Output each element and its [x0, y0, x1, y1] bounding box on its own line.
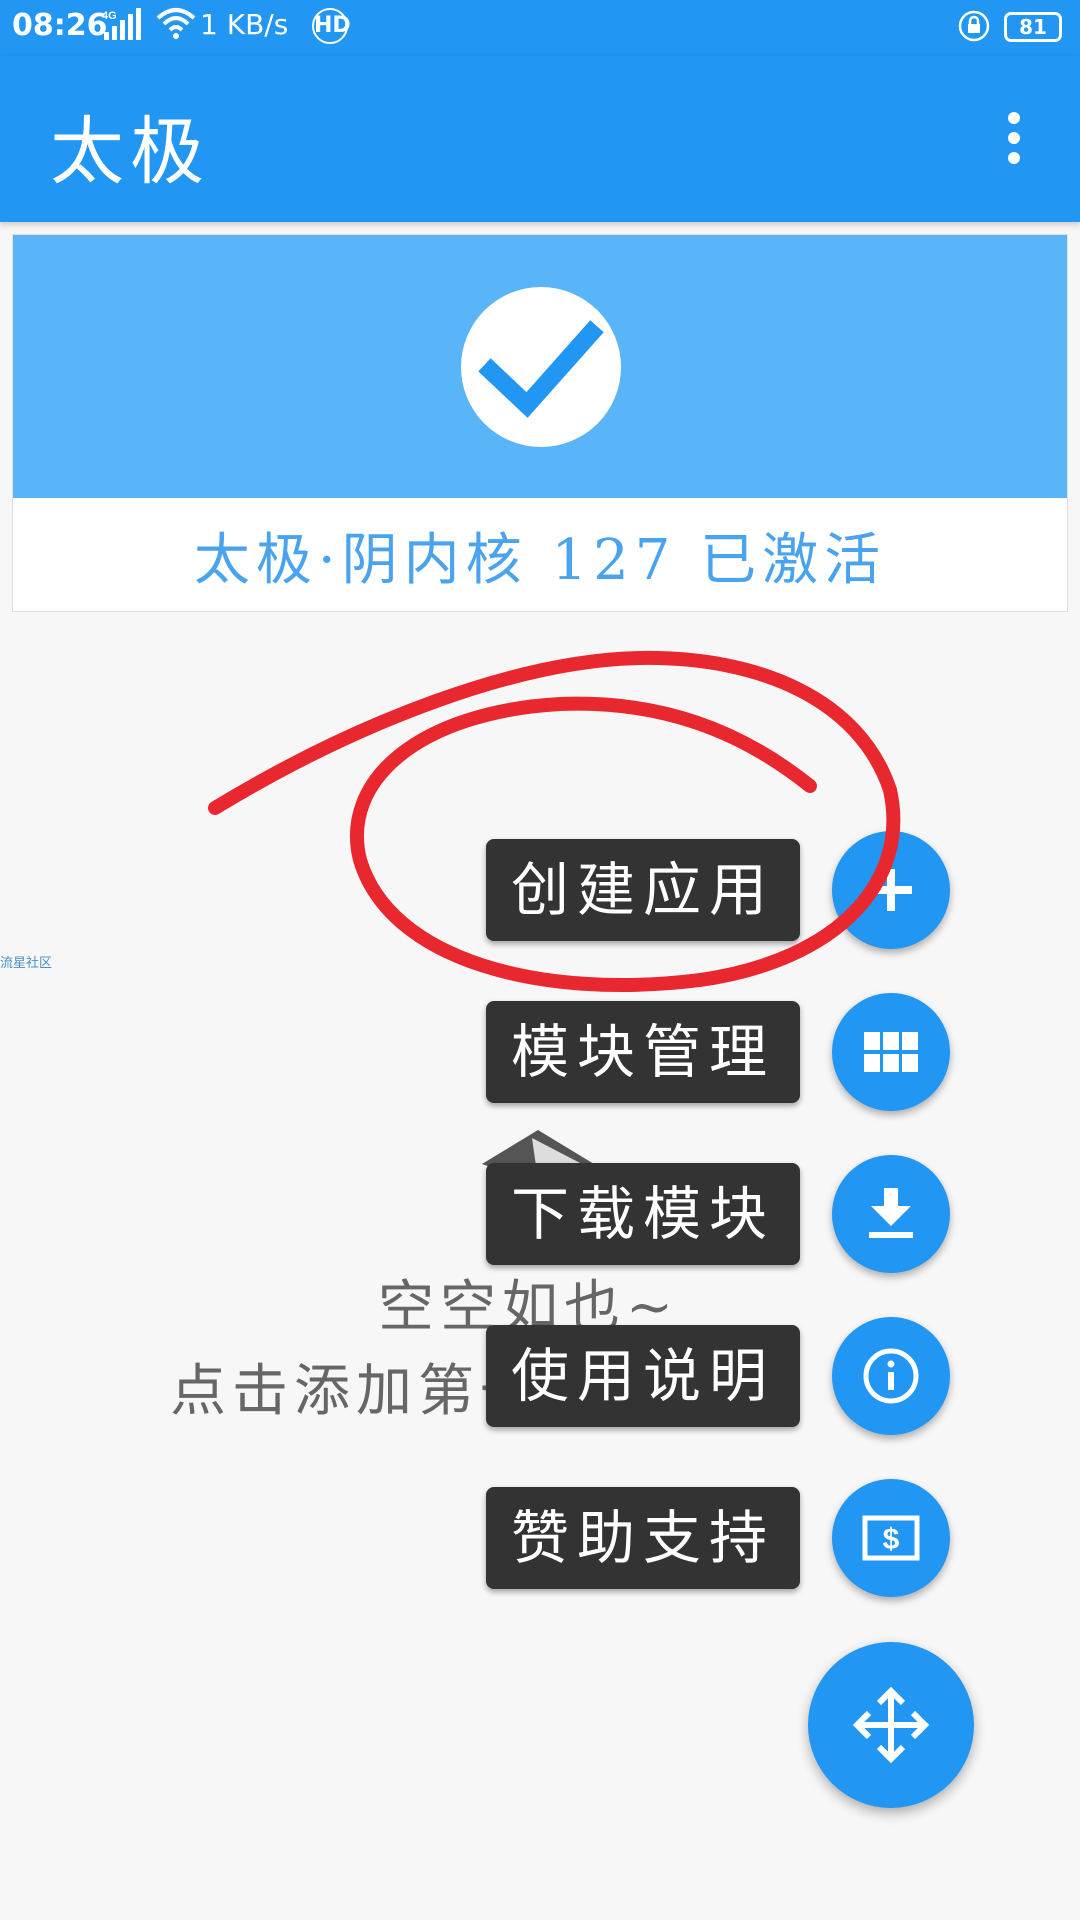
svg-text:$: $ [883, 1523, 900, 1556]
battery-indicator: 81 [1004, 12, 1062, 42]
app-bar: 太极 [0, 56, 1080, 222]
side-community-link[interactable]: 流星社区 [0, 952, 52, 971]
network-type: 4G [102, 10, 117, 22]
status-banner [13, 235, 1067, 498]
status-time: 08:26 [12, 8, 108, 43]
more-vert-icon[interactable] [996, 108, 1032, 172]
network-speed: 1 KB/s [200, 8, 289, 41]
download-module-label[interactable]: 下载模块 [486, 1163, 800, 1265]
sponsor-button[interactable]: $ [832, 1479, 950, 1597]
app-title: 太极 [50, 109, 210, 195]
activation-status-text: 太极·阴内核 127 已激活 [193, 528, 887, 593]
status-bar: 08:26 4G 1 KB/s HD 81 [0, 0, 1080, 56]
move-arrows-icon [852, 1686, 930, 1764]
check-icon [461, 287, 621, 447]
hd-icon: HD [312, 8, 351, 44]
wifi-icon [156, 8, 196, 39]
dollar-icon: $ [862, 1515, 920, 1561]
create-app-label[interactable]: 创建应用 [486, 839, 800, 941]
create-app-button[interactable] [832, 831, 950, 949]
rotation-lock-icon [958, 10, 990, 42]
usage-guide-label[interactable]: 使用说明 [486, 1325, 800, 1427]
module-manage-label[interactable]: 模块管理 [486, 1001, 800, 1103]
usage-guide-button[interactable] [832, 1317, 950, 1435]
module-manage-button[interactable] [832, 993, 950, 1111]
info-icon [863, 1348, 919, 1404]
download-module-button[interactable] [832, 1155, 950, 1273]
move-fab-button[interactable] [808, 1642, 974, 1808]
plus-icon [870, 869, 912, 911]
activation-status-card: 太极·阴内核 127 已激活 [12, 234, 1068, 612]
download-icon [869, 1188, 913, 1238]
grid-icon [864, 1032, 918, 1072]
signal-icon: 4G [102, 8, 141, 40]
sponsor-label[interactable]: 赞助支持 [486, 1487, 800, 1589]
